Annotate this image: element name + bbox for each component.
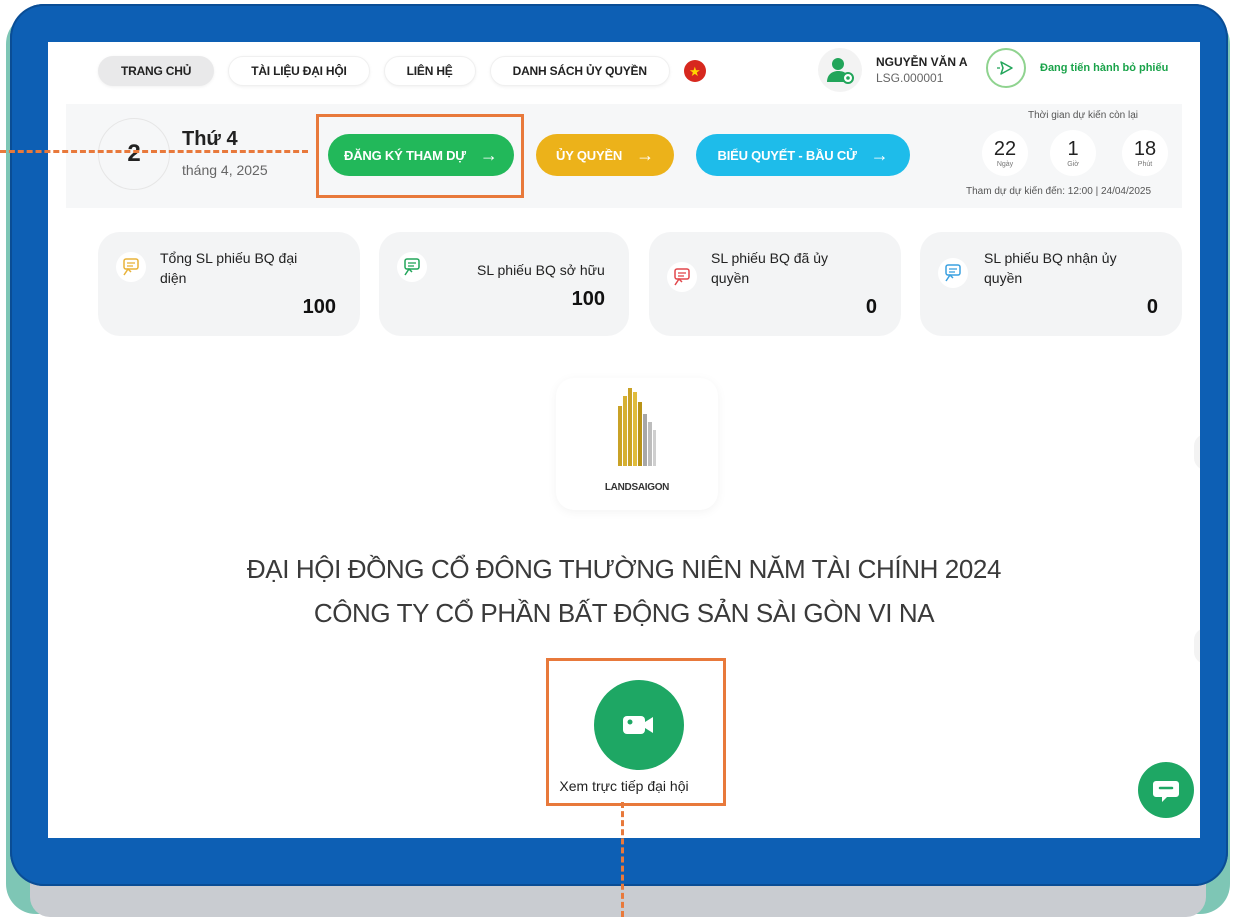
- stat-value: 0: [1146, 296, 1158, 318]
- stat-card-received-votes: SL phiếu BQ nhận ủy quyền 0: [920, 232, 1182, 336]
- watch-live-label[interactable]: Xem trực tiếp đại hội: [48, 778, 1200, 794]
- stat-card-proxied-votes: SL phiếu BQ đã ủy quyền 0: [649, 232, 901, 336]
- company-name: CÔNG TY CỔ PHẦN BẤT ĐỘNG SẢN SÀI GÒN VI …: [313, 598, 935, 628]
- nav-item-documents[interactable]: TÀI LIỆU ĐẠI HỘI: [228, 56, 370, 86]
- countdown-days-unit: Ngày: [996, 160, 1014, 168]
- chat-button[interactable]: [1138, 762, 1194, 818]
- countdown-minutes-unit: Phút: [1137, 160, 1153, 168]
- voting-status-badge[interactable]: Đang tiến hành bỏ phiếu: [986, 48, 1176, 88]
- countdown-minutes-value: 18: [1133, 137, 1157, 160]
- proxy-label: ỦY QUYỀN: [556, 147, 623, 163]
- vietnam-flag-icon[interactable]: ★: [683, 60, 706, 82]
- main-nav: TRANG CHỦ TÀI LIỆU ĐẠI HỘI LIÊN HỆ DANH …: [98, 56, 706, 86]
- send-icon: [986, 48, 1026, 88]
- vote-elect-button[interactable]: BIỂU QUYẾT - BẦU CỬ →: [696, 134, 910, 176]
- proxy-button[interactable]: ỦY QUYỀN →: [536, 134, 674, 176]
- user-settings-icon: [818, 48, 862, 92]
- stat-label-line: SL phiếu BQ nhận ủy: [984, 250, 1117, 266]
- vote-elect-label: BIỂU QUYẾT - BẦU CỬ: [717, 147, 857, 163]
- day-number: 2: [98, 118, 170, 190]
- user-name: NGUYỄN VĂN A: [876, 55, 968, 69]
- voting-status-label: Đang tiến hành bỏ phiếu: [1040, 62, 1169, 74]
- stat-label: SL phiếu BQ nhận ủy quyền: [984, 248, 1117, 288]
- device-frame: TRANG CHỦ TÀI LIỆU ĐẠI HỘI LIÊN HỆ DANH …: [10, 4, 1228, 886]
- countdown-hours-unit: Giờ: [1067, 160, 1079, 168]
- chat-icon: [1153, 781, 1179, 802]
- ballot-icon: [667, 262, 697, 292]
- side-panel-tab[interactable]: [1194, 628, 1200, 664]
- stat-value: 0: [865, 296, 877, 318]
- stat-card-owned-votes: SL phiếu BQ sở hữu 100: [379, 232, 629, 336]
- arrow-right-icon: →: [870, 144, 889, 165]
- countdown-days-value: 22: [993, 137, 1017, 160]
- nav-item-contact[interactable]: LIÊN HỆ: [383, 56, 476, 86]
- arrow-right-icon: →: [636, 144, 654, 165]
- user-code: LSG.000001: [876, 71, 944, 85]
- stat-label-line: SL phiếu BQ đã ủy: [711, 250, 829, 266]
- ballot-icon: [938, 258, 968, 288]
- stat-card-total-votes: Tổng SL phiếu BQ đại diện 100: [98, 232, 360, 336]
- stat-label-line: quyền: [984, 270, 1023, 286]
- stat-label-line: Tổng SL phiếu BQ đại: [160, 250, 298, 266]
- nav-item-home[interactable]: TRANG CHỦ: [98, 56, 215, 86]
- nav-item-proxy-list[interactable]: DANH SÁCH ỦY QUYỀN: [489, 56, 670, 86]
- stat-value: 100: [571, 288, 605, 310]
- callout-line-register: [0, 150, 308, 153]
- stat-label-line: quyền: [711, 270, 750, 286]
- callout-line-live: [621, 802, 624, 917]
- company-logo: LANDSAIGON: [556, 378, 718, 510]
- countdown-hours: 1 Giờ: [1050, 130, 1096, 176]
- stat-label-line: SL phiếu BQ sở hữu: [477, 262, 605, 278]
- meeting-info-strip: 2 Thứ 4 tháng 4, 2025 ĐĂNG KÝ THAM DỰ → …: [66, 104, 1182, 208]
- watch-live-button[interactable]: [594, 680, 684, 770]
- side-panel-tab[interactable]: [1194, 434, 1200, 470]
- stat-label: SL phiếu BQ sở hữu: [477, 260, 605, 280]
- ballot-icon: [397, 252, 427, 282]
- user-profile[interactable]: NGUYỄN VĂN A LSG.000001: [818, 48, 968, 92]
- stat-label: Tổng SL phiếu BQ đại diện: [160, 248, 297, 288]
- video-camera-icon: [623, 716, 653, 734]
- meeting-title: ĐẠI HỘI ĐỒNG CỔ ĐÔNG THƯỜNG NIÊN NĂM TÀI…: [246, 554, 1002, 584]
- weekday: Thứ 4: [182, 128, 238, 150]
- ballot-icon: [116, 252, 146, 282]
- stat-value: 100: [302, 296, 336, 318]
- countdown-hours-value: 1: [1067, 137, 1079, 160]
- logo-wordmark: LANDSAIGON: [604, 482, 670, 493]
- stat-label-line: diện: [160, 270, 187, 286]
- register-highlight-box: [316, 114, 524, 198]
- month-year: tháng 4, 2025: [182, 162, 268, 178]
- attend-deadline: Tham dự dự kiến đến: 12:00 | 24/04/2025: [966, 186, 1151, 197]
- building-logo-icon: [618, 388, 656, 466]
- countdown-minutes: 18 Phút: [1122, 130, 1168, 176]
- stat-label: SL phiếu BQ đã ủy quyền: [711, 248, 828, 288]
- countdown-days: 22 Ngày: [982, 130, 1028, 176]
- countdown-label: Thời gian dự kiến còn lại: [1028, 110, 1138, 121]
- app-screen: TRANG CHỦ TÀI LIỆU ĐẠI HỘI LIÊN HỆ DANH …: [48, 42, 1200, 838]
